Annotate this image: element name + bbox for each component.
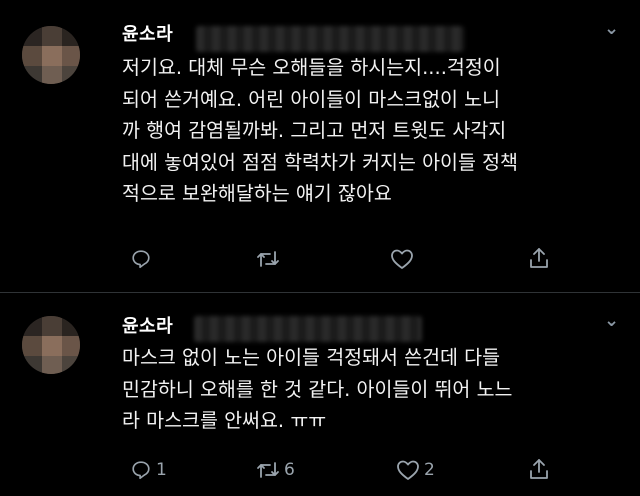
like-button[interactable]: 2 xyxy=(396,459,435,481)
like-icon xyxy=(390,248,414,270)
tweet-text: 마스크 없이 노는 아이들 걱정돼서 쓴건데 다들 민감하니 오해를 한 것 같… xyxy=(122,346,513,432)
retweet-count: 6 xyxy=(284,460,295,480)
handle-redacted xyxy=(194,316,422,342)
author-name[interactable]: 윤소라 xyxy=(122,20,173,46)
share-icon xyxy=(528,457,550,481)
author-name[interactable]: 윤소라 xyxy=(122,312,173,338)
retweet-button[interactable]: 6 xyxy=(256,459,295,481)
reply-button[interactable]: 1 xyxy=(130,459,167,481)
retweet-button[interactable] xyxy=(256,248,280,270)
like-count: 2 xyxy=(424,460,435,480)
avatar[interactable] xyxy=(22,26,80,84)
tweet[interactable]: 윤소라 ⌄ 저기요. 대체 무슨 오해들을 하시는지....걱정이 되어 쓴거예… xyxy=(0,0,640,292)
like-icon xyxy=(396,459,420,481)
more-icon[interactable]: ⌄ xyxy=(604,310,620,331)
share-icon xyxy=(528,246,550,270)
like-button[interactable] xyxy=(390,248,414,270)
more-icon[interactable]: ⌄ xyxy=(604,18,620,39)
tweet[interactable]: 윤소라 ⌄ 마스크 없이 노는 아이들 걱정돼서 쓴건데 다들 민감하니 오해를… xyxy=(0,292,640,496)
retweet-icon xyxy=(256,248,280,270)
avatar[interactable] xyxy=(22,316,80,374)
handle-redacted xyxy=(196,26,464,52)
share-button[interactable] xyxy=(528,457,550,481)
reply-icon xyxy=(130,459,152,481)
reply-button[interactable] xyxy=(130,248,152,270)
reply-count: 1 xyxy=(156,460,167,480)
tweet-text: 저기요. 대체 무슨 오해들을 하시는지....걱정이 되어 쓴거예요. 어린 … xyxy=(122,56,518,205)
retweet-icon xyxy=(256,459,280,481)
reply-icon xyxy=(130,248,152,270)
share-button[interactable] xyxy=(528,246,550,270)
